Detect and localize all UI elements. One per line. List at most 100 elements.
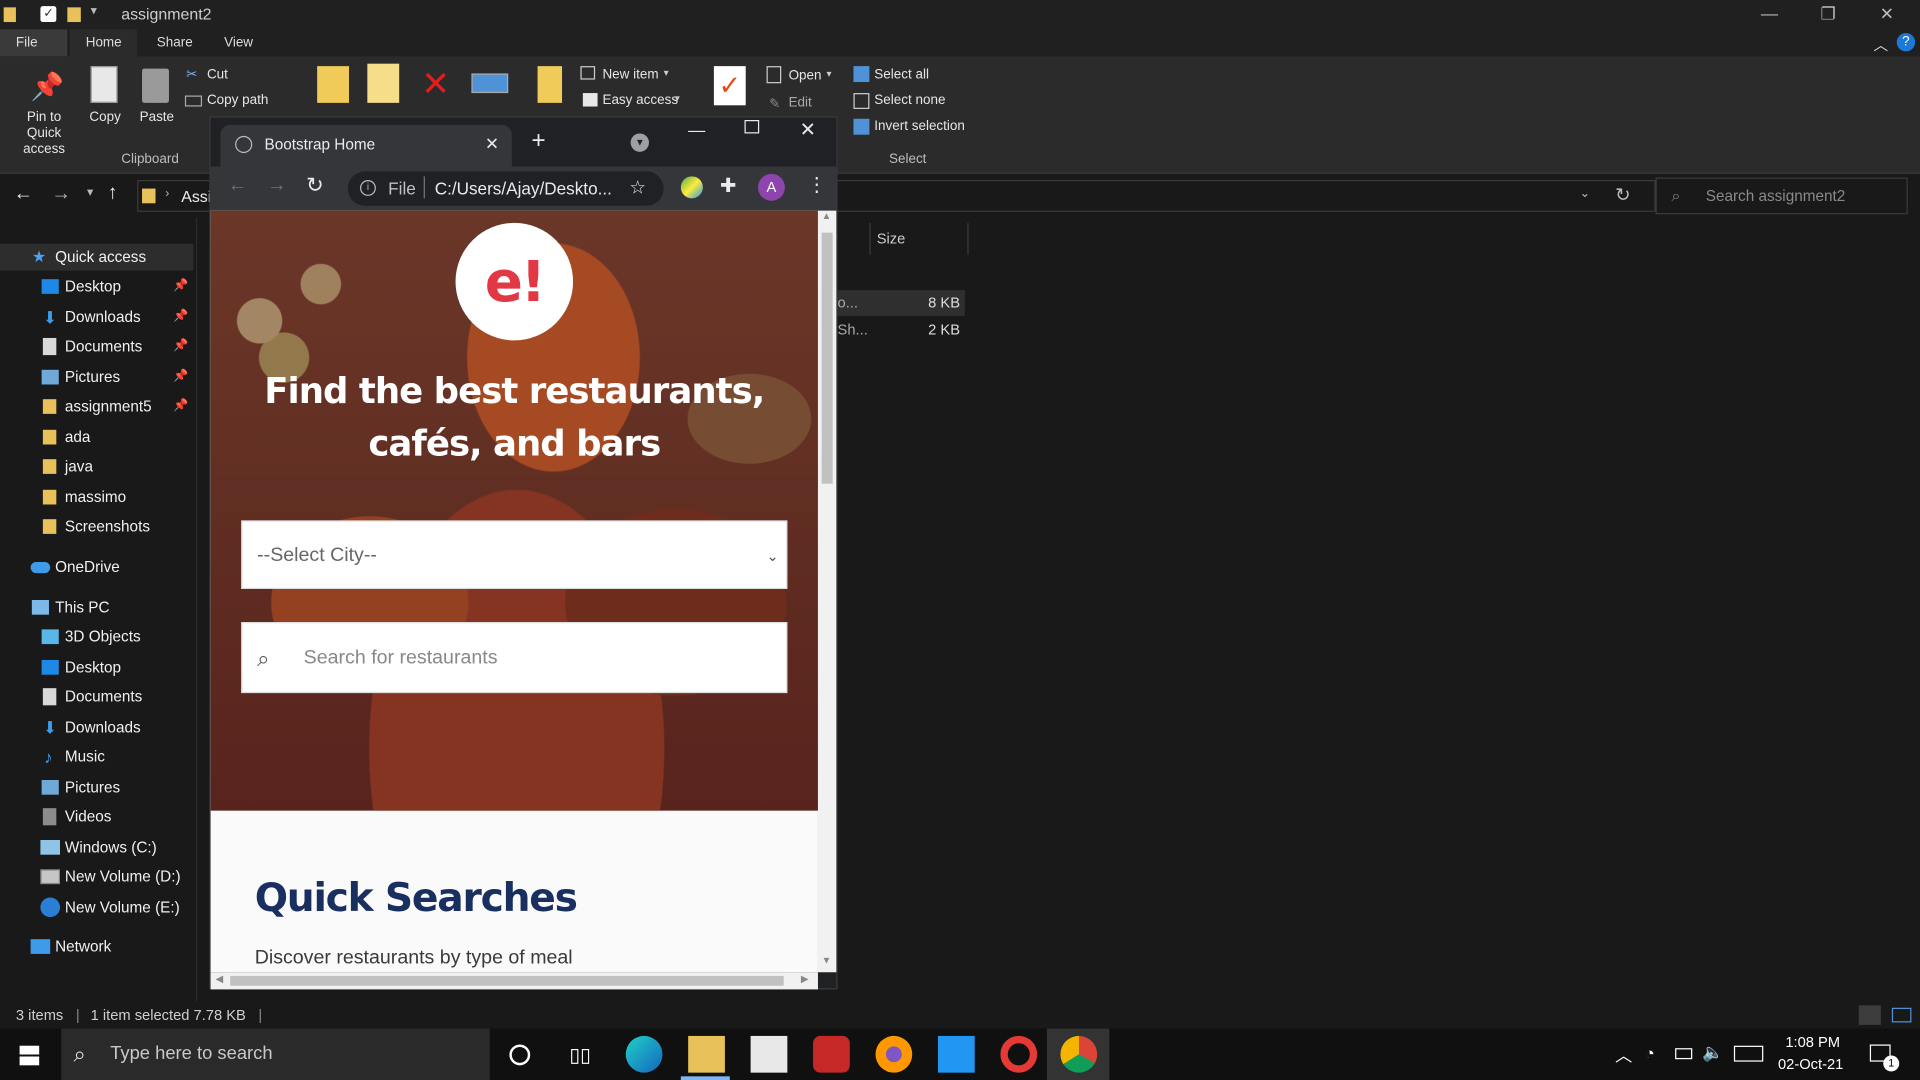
opera-icon[interactable]: [1000, 1035, 1038, 1073]
nav-videos[interactable]: Videos: [0, 803, 193, 830]
mail-icon[interactable]: [937, 1035, 975, 1073]
browser-minimize-icon[interactable]: —: [688, 120, 705, 140]
scroll-down-icon[interactable]: ▼: [822, 955, 832, 966]
close-tab-icon[interactable]: ✕: [485, 133, 499, 154]
keyboard-icon[interactable]: [1733, 1045, 1764, 1062]
browser-maximize-icon[interactable]: [744, 120, 760, 134]
nav-pictures[interactable]: Pictures: [0, 774, 193, 801]
browser-tab[interactable]: Bootstrap Home ✕: [220, 124, 512, 167]
copy-button[interactable]: Copy: [89, 110, 120, 125]
paste-button[interactable]: Paste: [140, 110, 174, 125]
tray-chevron-up-icon[interactable]: ︿: [1615, 1043, 1632, 1067]
browser-back-icon[interactable]: ←: [228, 175, 248, 197]
cortana-icon[interactable]: [509, 1044, 531, 1066]
scroll-thumb[interactable]: [230, 975, 784, 986]
nav-massimo[interactable]: massimo: [0, 484, 193, 511]
file-row[interactable]: Sh... 2 KB: [838, 317, 965, 343]
browser-close-icon[interactable]: ✕: [800, 118, 816, 142]
close-button[interactable]: ✕: [1859, 0, 1915, 29]
invert-selection-button[interactable]: Invert selection: [874, 119, 965, 134]
nav-screenshots[interactable]: Screenshots: [0, 513, 193, 540]
store-icon[interactable]: [750, 1035, 788, 1073]
scroll-up-icon[interactable]: ▲: [822, 211, 832, 222]
nav-pictures-pinned[interactable]: Pictures 📌: [0, 364, 193, 391]
wifi-icon[interactable]: ◔: [1645, 1043, 1655, 1063]
size-column-header[interactable]: Size: [877, 230, 906, 247]
cut-button[interactable]: Cut: [207, 67, 228, 82]
move-to-icon[interactable]: [317, 66, 349, 103]
easy-access-button[interactable]: Easy access: [602, 93, 678, 108]
task-view-icon[interactable]: ▯▯: [569, 1043, 591, 1067]
bookmark-star-icon[interactable]: ☆: [629, 176, 645, 199]
omnibox[interactable]: i File C:/Users/Ajay/Deskto... ☆: [347, 171, 664, 206]
nav-windows-c[interactable]: Windows (C:): [0, 834, 193, 861]
clock-date[interactable]: 02-Oct-21: [1778, 1056, 1843, 1073]
nav-new-volume-e[interactable]: New Volume (E:): [0, 894, 193, 921]
reload-icon[interactable]: ↻: [306, 174, 323, 198]
browser-forward-icon[interactable]: →: [267, 175, 287, 197]
tab-share[interactable]: Share: [141, 29, 209, 56]
tab-view[interactable]: View: [208, 29, 269, 56]
nav-assignment5[interactable]: assignment5 📌: [0, 393, 193, 420]
scroll-left-icon[interactable]: ◀: [216, 973, 224, 984]
restaurant-search-input[interactable]: ⌕ Search for restaurants: [241, 622, 788, 694]
back-arrow-icon[interactable]: ←: [13, 184, 33, 206]
app-icon[interactable]: [813, 1035, 850, 1073]
extension-icon[interactable]: [680, 176, 703, 199]
nav-music[interactable]: ♪ Music: [0, 743, 193, 770]
nav-documents-pinned[interactable]: Documents 📌: [0, 333, 193, 360]
nav-desktop[interactable]: Desktop: [0, 654, 193, 681]
open-button[interactable]: Open: [789, 69, 822, 84]
nav-downloads-pinned[interactable]: ⬇ Downloads 📌: [0, 304, 193, 331]
nav-desktop-pinned[interactable]: Desktop 📌: [0, 273, 193, 300]
battery-icon[interactable]: [1675, 1048, 1693, 1060]
pin-to-quick-access-button[interactable]: Pin to Quick access: [9, 110, 80, 158]
taskbar-search[interactable]: ⌕ Type here to search: [61, 1028, 490, 1080]
tab-file[interactable]: File: [0, 29, 68, 57]
new-tab-plus-icon[interactable]: +: [531, 127, 545, 155]
extensions-puzzle-icon[interactable]: ✚: [720, 174, 736, 198]
search-box[interactable]: ⌕ Search assignment2: [1655, 177, 1908, 215]
collapse-ribbon-chevron-icon[interactable]: ︿: [1873, 34, 1888, 55]
large-icons-view-icon[interactable]: [1891, 1007, 1912, 1023]
select-none-button[interactable]: Select none: [874, 93, 945, 108]
volume-icon[interactable]: 🔈: [1702, 1042, 1723, 1063]
tab-search-chevron-icon[interactable]: ▼: [630, 133, 649, 152]
search-input[interactable]: Search assignment2: [1706, 187, 1846, 204]
nav-quick-access[interactable]: ★ Quick access: [0, 243, 194, 271]
new-folder-icon[interactable]: [67, 7, 81, 23]
info-icon[interactable]: i: [360, 180, 376, 196]
profile-avatar[interactable]: A: [757, 173, 785, 201]
vertical-scrollbar[interactable]: ▲ ▼: [817, 210, 837, 973]
horizontal-scrollbar[interactable]: ◀ ▶: [210, 972, 818, 990]
new-item-button[interactable]: New item: [602, 67, 658, 82]
delete-icon[interactable]: ✕: [421, 66, 450, 103]
scroll-thumb[interactable]: [821, 232, 833, 484]
nav-network[interactable]: Network: [0, 933, 193, 960]
nav-ada[interactable]: ada: [0, 424, 193, 451]
windows-start-icon[interactable]: [19, 1045, 40, 1066]
copy-path-button[interactable]: Copy path: [207, 93, 268, 108]
rename-icon[interactable]: [471, 73, 509, 94]
copy-to-icon[interactable]: [367, 63, 400, 103]
address-dropdown-chevron-icon[interactable]: ⌄: [1580, 187, 1590, 200]
forward-arrow-icon[interactable]: →: [51, 184, 71, 206]
nav-3d-objects[interactable]: 3D Objects: [0, 623, 193, 650]
pane-divider[interactable]: [195, 217, 198, 1002]
file-row[interactable]: o... 8 KB: [837, 290, 965, 316]
nav-new-volume-d[interactable]: New Volume (D:): [0, 863, 193, 890]
breadcrumb[interactable]: Assi: [181, 187, 211, 205]
edit-button[interactable]: Edit: [789, 96, 812, 111]
new-folder-ribbon-icon[interactable]: [537, 66, 563, 103]
customize-toolbar-chevron-icon[interactable]: ▾: [91, 5, 97, 18]
tab-home[interactable]: Home: [69, 29, 138, 57]
nav-java[interactable]: java: [0, 453, 193, 480]
chrome-icon[interactable]: [1060, 1035, 1098, 1073]
clock-time[interactable]: 1:08 PM: [1785, 1033, 1840, 1050]
minimize-button[interactable]: —: [1741, 0, 1797, 29]
properties-icon[interactable]: ✓: [40, 6, 57, 23]
refresh-icon[interactable]: ↻: [1615, 184, 1630, 206]
file-explorer-icon[interactable]: [688, 1035, 725, 1073]
nav-this-pc[interactable]: This PC: [0, 594, 193, 621]
up-arrow-icon[interactable]: ↑: [108, 182, 118, 204]
